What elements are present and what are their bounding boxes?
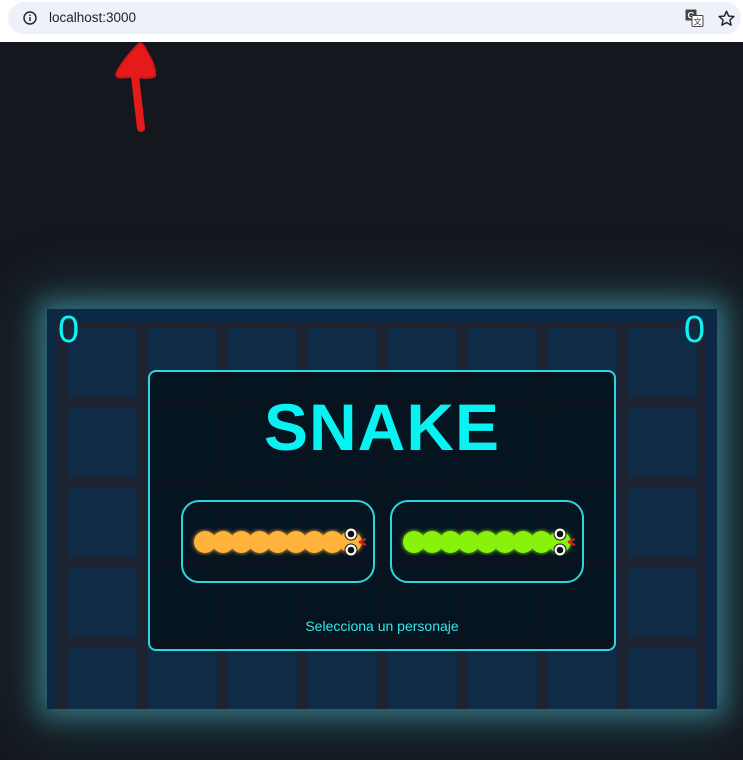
browser-toolbar: localhost:3000 G 文 <box>0 0 743 42</box>
snake-pupil <box>347 530 355 538</box>
snake-pupil <box>556 546 564 554</box>
score-right: 0 <box>683 309 705 351</box>
grid-cell <box>307 647 377 709</box>
character-card-orange[interactable] <box>181 500 375 583</box>
star-icon[interactable] <box>717 9 736 28</box>
select-character-prompt: Selecciona un personaje <box>305 618 459 634</box>
grid-cell <box>387 647 457 709</box>
orange-snake-icon <box>194 527 367 557</box>
score-left: 0 <box>58 309 80 351</box>
snake-pupil <box>347 546 355 554</box>
grid-cell <box>67 567 137 637</box>
snake-pupil <box>556 530 564 538</box>
character-card-green[interactable] <box>390 500 584 583</box>
grid-cell <box>227 647 297 709</box>
info-icon[interactable] <box>23 11 37 25</box>
grid-cell <box>627 647 697 709</box>
grid-cell <box>627 407 697 477</box>
start-menu: SNAKE Selecciona un personaje <box>148 370 616 651</box>
translate-icon[interactable]: G 文 <box>685 9 704 27</box>
grid-cell <box>627 567 697 637</box>
grid-cell <box>67 407 137 477</box>
grid-cell <box>67 487 137 557</box>
url-text[interactable]: localhost:3000 <box>49 10 136 25</box>
svg-text:文: 文 <box>694 17 702 27</box>
game-title: SNAKE <box>263 390 501 464</box>
address-bar[interactable]: localhost:3000 G 文 <box>8 2 741 34</box>
grid-cell <box>627 487 697 557</box>
grid-cell <box>547 647 617 709</box>
grid-cell <box>67 647 137 709</box>
grid-cell <box>467 647 537 709</box>
green-snake-icon <box>403 527 576 557</box>
annotation-arrow-icon <box>115 41 157 132</box>
game-board: 0 0 SNAKE Selecciona un personaje <box>47 309 717 709</box>
grid-cell <box>147 647 217 709</box>
